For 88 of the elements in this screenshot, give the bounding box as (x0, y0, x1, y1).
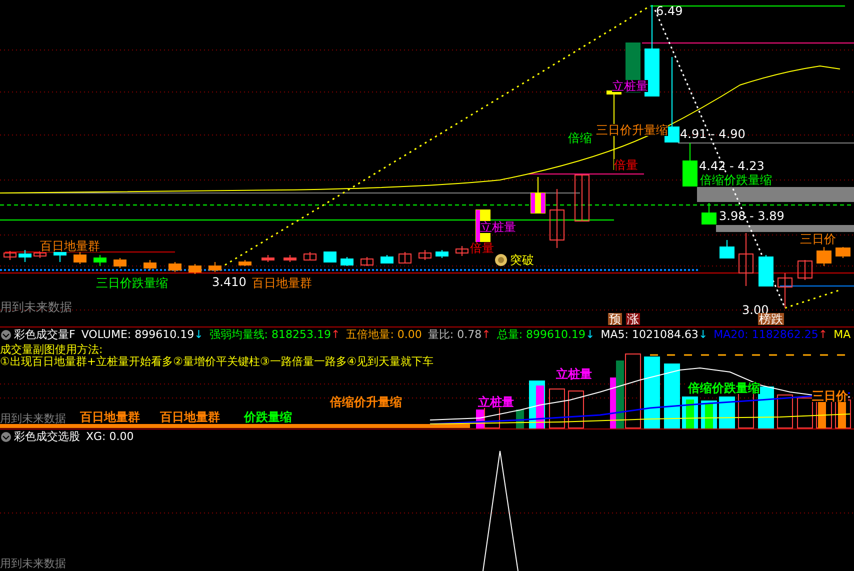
warning-text: 用到未来数据 (0, 413, 66, 424)
candlestick (18, 250, 32, 262)
candlestick (340, 256, 354, 266)
chart-annotation: 立桩量 (612, 80, 648, 92)
chart-annotation: 倍量 (470, 242, 494, 254)
volume-annotation: 三日价 (812, 390, 848, 402)
indicator-value: VOLUME: 899610.19↓ (81, 329, 204, 340)
candlestick (436, 250, 448, 258)
candlestick (360, 256, 374, 266)
warning-text: 用到未来数据 (0, 301, 72, 313)
candlestick (188, 264, 202, 274)
candlestick (34, 250, 46, 258)
chart-annotation: 三日价 (800, 233, 836, 245)
candlestick (398, 252, 412, 264)
signal-bar (531, 193, 535, 213)
volume-annotation: 价跌量缩 (244, 411, 292, 423)
signal-badge: 榜跌 (758, 313, 784, 325)
volume-bar (777, 394, 793, 428)
chart-annotation: 倍缩价跌量缩 (700, 174, 772, 186)
chart-annotation: 百日地量群 (252, 277, 312, 289)
indicator-value: MA20: 1182862.25↑ (714, 329, 828, 340)
volume-annotation: 立桩量 (556, 368, 592, 380)
usage-title: 成交量副图使用方法: (0, 344, 103, 355)
candlestick (418, 250, 432, 260)
candlestick (720, 240, 734, 258)
candlestick (778, 272, 792, 308)
candlestick (74, 252, 86, 264)
candlestick (702, 202, 716, 224)
candlestick (758, 254, 774, 286)
indicator-value: 总量: 899610.19↓ (496, 329, 595, 340)
collapse-icon[interactable] (1, 432, 11, 442)
candlestick (4, 250, 16, 260)
volume-bar (664, 364, 680, 428)
indicator-value: XG: 0.00 (86, 431, 134, 442)
candlestick (144, 260, 156, 270)
collapse-icon[interactable] (1, 330, 11, 340)
price-label: 3.98 - 3.89 (719, 210, 784, 222)
indicator-value: 强弱均量线: 818253.19↑ (209, 329, 340, 340)
warning-text: 用到未来数据 (0, 558, 66, 569)
candlestick (380, 254, 394, 264)
signal-bar (541, 193, 545, 213)
volume-bar (568, 390, 584, 428)
volume-annotation: 百日地量群 (80, 411, 140, 423)
volume-bar (797, 398, 813, 428)
chart-annotation: 百日地量群 (40, 240, 100, 252)
candlestick (168, 262, 182, 272)
volume-annotation: 倍缩价升量缩 (330, 396, 402, 408)
volume-bar (758, 386, 774, 428)
candlestick (304, 252, 316, 260)
chart-annotation: 倍量 (614, 159, 638, 171)
price-label: 4.42 - 4.23 (699, 160, 764, 172)
pane-title: 彩色成交选股 (14, 431, 80, 442)
volume-bar (549, 388, 565, 428)
indicator-value: MA5: 1021084.63↓ (600, 329, 708, 340)
chart-annotation: 三日价升量缩 (596, 124, 668, 136)
candlestick (682, 142, 698, 186)
chart-annotation: 立桩量 (480, 221, 516, 233)
candlestick (208, 262, 222, 272)
volume-annotation: 倍缩价跌量缩 (688, 382, 760, 394)
candlestick (574, 174, 590, 222)
indicator-value: 量比: 0.78↑ (428, 329, 491, 340)
candlestick (324, 252, 336, 262)
candlestick (738, 232, 754, 286)
candlestick (798, 260, 812, 280)
candlestick (836, 246, 850, 258)
candlestick (114, 258, 126, 268)
candlestick (550, 188, 564, 248)
price-label: 4.91 - 4.90 (680, 128, 746, 140)
price-label: 3.410 (212, 276, 246, 288)
chart-annotation: 三日价跌量缩 (96, 277, 168, 289)
chart-annotation: 突破 (510, 254, 534, 266)
candlestick (94, 254, 106, 266)
candlestick (238, 260, 252, 266)
price-label: 6.49 (656, 5, 683, 17)
volume-bar (644, 356, 660, 428)
signal-badge: 涨 (626, 313, 640, 325)
chart-annotation: 倍缩 (568, 132, 592, 144)
coin-icon (495, 254, 507, 266)
signal-badge: 预 (608, 313, 622, 325)
volume-bar (719, 396, 735, 428)
candlestick (456, 246, 468, 256)
indicator-value: 五倍地量: 0.00 (346, 329, 422, 340)
volume-annotation: 立桩量 (478, 396, 514, 408)
pane-title: 彩色成交量F (14, 329, 76, 340)
candlestick (816, 246, 832, 266)
indicator-value: MA (834, 329, 851, 340)
usage-text: ①出现百日地量群+立桩量开始看多②量增价平关键柱③一路倍量一路多④见到天量就下车 (0, 356, 434, 367)
volume-annotation: 百日地量群 (160, 411, 220, 423)
